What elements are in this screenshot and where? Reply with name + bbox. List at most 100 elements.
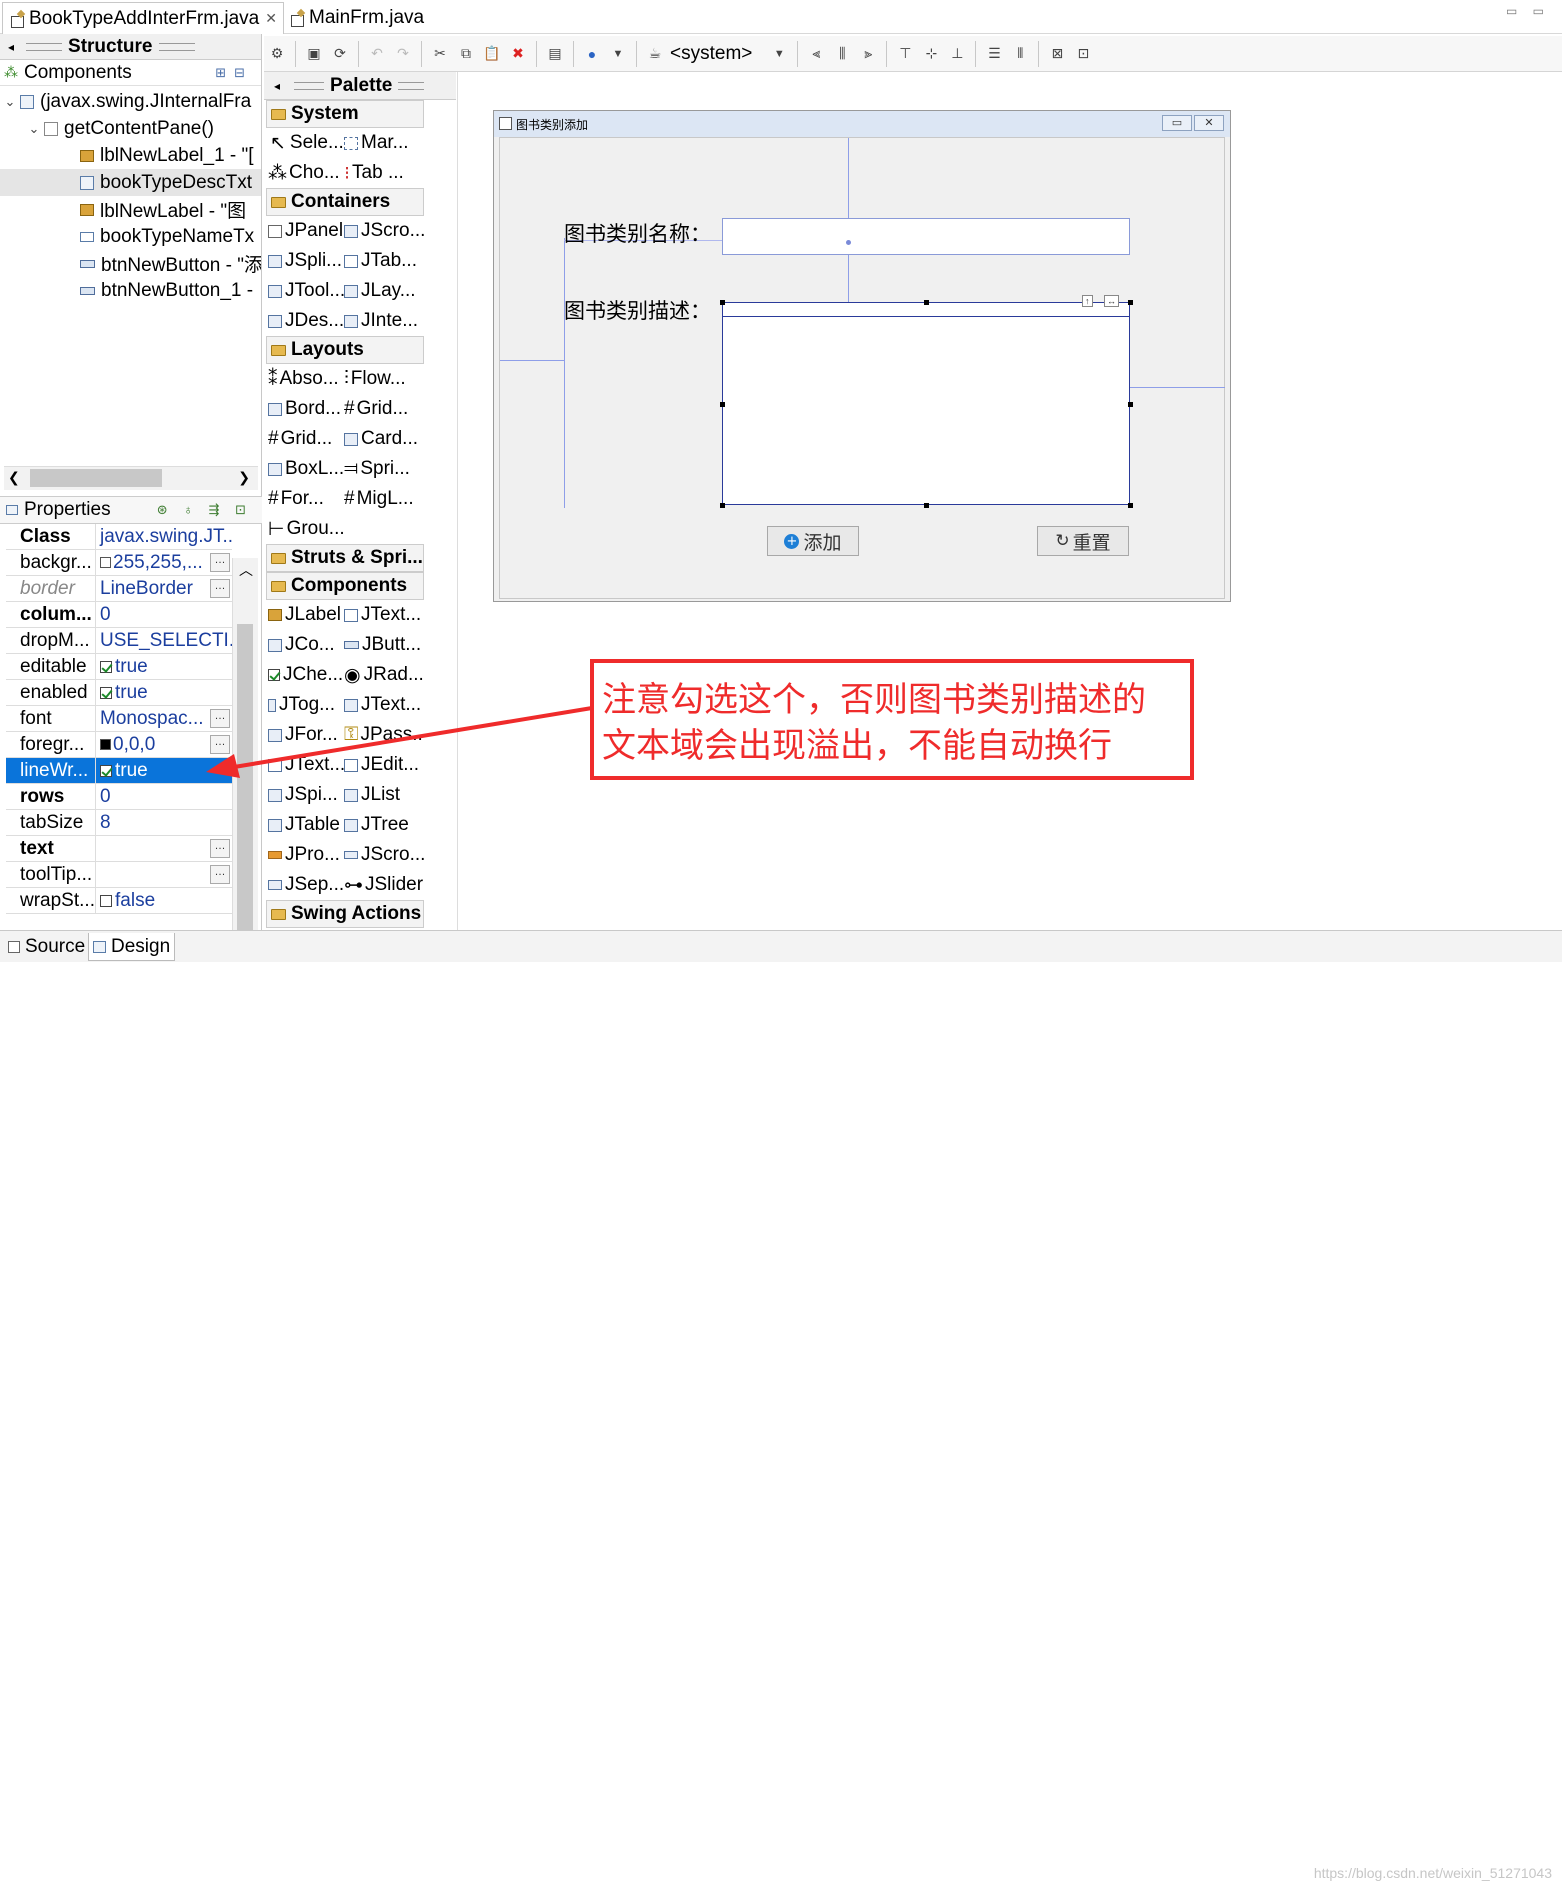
palette-item-jtoolbar[interactable]: JTool... [264,276,344,306]
collapse-arrow-icon[interactable]: ◂ [274,79,280,93]
prop-row-linewrap[interactable]: lineWr... true [6,758,232,784]
prop-value[interactable]: … [96,862,232,887]
resize-handle[interactable] [720,402,725,407]
locale-globe-icon[interactable]: ● [581,43,603,65]
tree-node[interactable]: btnNewButton_1 - [0,277,261,304]
resize-handle[interactable] [924,503,929,508]
palette-item-gridlayout[interactable]: # Grid... [344,394,424,424]
palette-category-struts-springs[interactable]: Struts & Spri... [266,544,424,572]
space-vertical-icon[interactable]: ⦀ [1009,43,1031,65]
prop-value[interactable]: true [96,654,232,679]
prop-row-text[interactable]: text… [6,836,232,862]
palette-item-jinternalframe[interactable]: JInte... [344,306,424,336]
prop-value[interactable]: 255,255,...… [96,550,232,575]
palette-item-miglayout[interactable]: # MigL... [344,484,424,514]
edit-ellipsis-button[interactable]: … [210,553,230,572]
paste-icon[interactable]: 📋 [481,43,503,65]
prop-row-dropmode[interactable]: dropM... USE_SELECTI... [6,628,232,654]
palette-category-system[interactable]: System [266,100,424,128]
tree-node[interactable]: bookTypeNameTx [0,223,261,250]
prop-value[interactable]: false [96,888,232,913]
tree-node-selected[interactable]: bookTypeDescTxt [0,169,261,196]
window-controls[interactable]: ▭ ▭ [1506,4,1550,18]
align-center-icon[interactable]: ⫼ [831,43,853,65]
resize-handle[interactable] [1128,503,1133,508]
prop-value[interactable]: javax.swing.JT... [96,524,232,549]
cut-icon[interactable]: ✂ [429,43,451,65]
palette-item-jcheckbox[interactable]: JChe... [264,660,344,690]
resize-handle[interactable] [1128,402,1133,407]
prop-row-background[interactable]: backgr... 255,255,...… [6,550,232,576]
prop-value[interactable]: LineBorder… [96,576,232,601]
palette-item-choose-component[interactable]: ⁂ Cho... [264,158,344,188]
redo-icon[interactable]: ↷ [392,43,414,65]
prop-value[interactable]: 8 [96,810,232,835]
palette-item-jcombobox[interactable]: JCo... [264,630,344,660]
tab-source[interactable]: Source [4,933,89,961]
palette-item-jscrollpane[interactable]: JScro... [344,216,424,246]
test-gui-icon[interactable]: ⚙ [266,43,288,65]
prop-row-enabled[interactable]: enabled true [6,680,232,706]
palette-category-components[interactable]: Components [266,572,424,600]
tree-node[interactable]: ⌄ getContentPane() [0,115,261,142]
checkbox[interactable] [100,660,112,673]
palette-item-jseparator[interactable]: JSep... [264,870,344,900]
resize-handle[interactable] [720,300,725,305]
palette-item-jradiobutton[interactable]: ◉ JRad... [344,660,424,690]
palette-item-jlabel[interactable]: JLabel [264,600,344,630]
edit-ellipsis-button[interactable]: … [210,839,230,858]
palette-item-jbutton[interactable]: JButt... [344,630,424,660]
space-horizontal-icon[interactable]: ☰ [983,43,1005,65]
prop-row-wrapstyle[interactable]: wrapSt... false [6,888,232,914]
properties-toolbar-icons[interactable]: ⊛ ♁ ⇶ ⊡ [157,502,252,518]
palette-item-jslider[interactable]: ⊶ JSlider [344,870,424,900]
look-and-feel-select[interactable]: <system> [670,43,752,65]
tree-node[interactable]: btnNewButton - "添 [0,250,261,277]
palette-item-jtextfield[interactable]: JText... [344,600,424,630]
delete-icon[interactable]: ✖ [507,43,529,65]
tree-node[interactable]: lblNewLabel_1 - "[ [0,142,261,169]
palette-item-marquee[interactable]: Mar... [344,128,424,158]
replicate-height-icon[interactable]: ⊡ [1072,43,1094,65]
scroll-up-icon[interactable]: ︿ [239,560,253,580]
design-canvas[interactable]: 图书类别添加 ▭ ✕ 图书类别名称： 图书类别描述： ↑ ↔ + 添加 ↻ 重置 [457,72,1562,930]
copy-icon[interactable]: ⧉ [455,43,477,65]
edit-ellipsis-button[interactable]: … [210,579,230,598]
palette-item-jdesktoppane[interactable]: JDes... [264,306,344,336]
tab-mainfrm[interactable]: MainFrm.java [283,2,430,34]
palette-item-jpanel[interactable]: JPanel [264,216,344,246]
prop-row-columns[interactable]: colum... 0 [6,602,232,628]
close-icon[interactable]: ✕ [265,10,277,27]
chevron-down-icon[interactable]: ▼ [768,43,790,65]
prop-row-tooltip[interactable]: toolTip...… [6,862,232,888]
add-button[interactable]: + 添加 [767,526,859,556]
resize-handle[interactable] [720,503,725,508]
palette-item-jscrollbar[interactable]: JScro... [344,840,424,870]
align-left-icon[interactable]: ⫷ [805,43,827,65]
palette-item-jtable[interactable]: JTable [264,810,344,840]
palette-category-containers[interactable]: Containers [266,188,424,216]
resize-toggle-icon[interactable]: ↔ [1104,295,1119,307]
palette-item-jprogressbar[interactable]: JPro... [264,840,344,870]
palette-category-swing-actions[interactable]: Swing Actions [266,900,424,928]
palette-item-boxlayout[interactable]: BoxL... [264,454,344,484]
tree-node[interactable]: ⌄ (javax.swing.JInternalFra [0,88,261,115]
checkbox[interactable] [100,686,112,699]
prop-row-rows[interactable]: rows 0 [6,784,232,810]
resize-handle[interactable] [1128,300,1133,305]
look-and-feel-icon[interactable]: ☕ [644,43,666,65]
properties-window-icon[interactable]: ▤ [544,43,566,65]
anchor-toggle-icon[interactable]: ↑ [1082,295,1093,307]
internal-frame[interactable]: 图书类别添加 ▭ ✕ 图书类别名称： 图书类别描述： ↑ ↔ + 添加 ↻ 重置 [493,110,1231,602]
align-top-icon[interactable]: ⊤ [894,43,916,65]
palette-item-borderlayout[interactable]: Bord... [264,394,344,424]
palette-item-springlayout[interactable]: ⫤ Spri... [344,454,424,484]
palette-item-flowlayout[interactable]: ⫶ Flow... [344,364,424,394]
palette-category-layouts[interactable]: Layouts [266,336,424,364]
chevron-down-icon[interactable]: ⌄ [24,121,44,137]
tree-node[interactable]: lblNewLabel - "图 [0,196,261,223]
chevron-down-icon[interactable]: ▼ [607,43,629,65]
scroll-right-icon[interactable]: ❯ [238,469,250,486]
book-type-desc-textarea[interactable] [722,302,1130,505]
preview-icon[interactable]: ▣ [303,43,325,65]
